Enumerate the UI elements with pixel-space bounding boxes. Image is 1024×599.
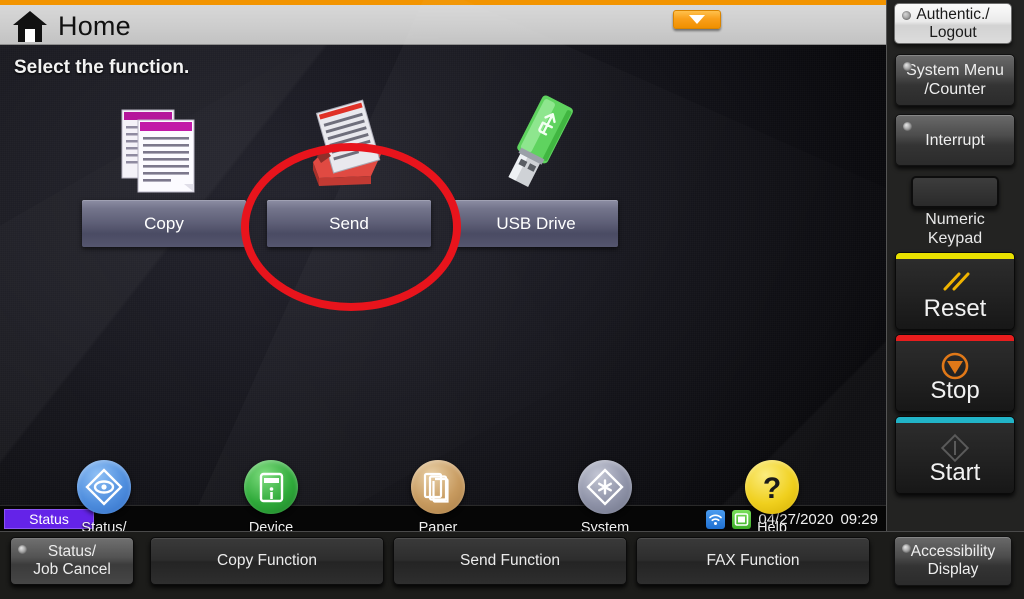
- bottom-button-fax-function[interactable]: FAX Function: [636, 537, 870, 585]
- reset-label: Reset: [923, 295, 987, 322]
- background-diagonal-1: [177, 0, 886, 531]
- function-tile-usb-drive[interactable]: USB Drive: [454, 90, 618, 247]
- system-menu-counter-label: System Menu /Counter: [906, 62, 1004, 98]
- system-menu-counter-button[interactable]: System Menu /Counter: [895, 54, 1015, 106]
- led-indicator-icon: [902, 544, 911, 553]
- home-icon: [13, 11, 47, 42]
- shortcut-paper-settings-label: Paper Settings: [418, 520, 458, 531]
- function-tile-copy-label: Copy: [82, 200, 246, 247]
- shortcut-device-information-label: Device Information: [248, 520, 294, 531]
- authentic-logout-label: Authentic./ Logout: [916, 5, 990, 41]
- shortcut-system-menu[interactable]: System Menu: [539, 460, 671, 531]
- led-indicator-icon: [902, 11, 911, 20]
- page-title: Home: [58, 11, 131, 41]
- bottom-button-status-job-cancel[interactable]: Status/ Job Cancel: [10, 537, 134, 585]
- accessibility-display-button[interactable]: Accessibility Display: [894, 536, 1012, 586]
- hardkey-panel: System Menu /Counter Interrupt Numeric K…: [886, 0, 1024, 531]
- dropdown-tab-button[interactable]: [673, 10, 721, 29]
- svg-text:?: ?: [763, 472, 781, 505]
- stop-stripe: [896, 335, 1014, 341]
- start-button[interactable]: Start: [895, 416, 1015, 494]
- chevron-down-icon: [689, 15, 705, 24]
- start-diamond-icon: [896, 433, 1014, 468]
- touchscreen: Home Select the function. Copy Send USB …: [0, 0, 886, 531]
- authentic-logout-button[interactable]: Authentic./ Logout: [894, 3, 1012, 44]
- interrupt-label: Interrupt: [925, 131, 985, 149]
- led-indicator-icon: [903, 62, 912, 71]
- accessibility-display-label: Accessibility Display: [910, 543, 996, 578]
- numeric-keypad-button[interactable]: [911, 176, 999, 208]
- shortcut-help-label: Help: [757, 520, 787, 531]
- function-tile-usb-drive-label: USB Drive: [454, 200, 618, 247]
- status-eye-icon: [77, 460, 131, 514]
- reset-stripe: [896, 253, 1014, 259]
- function-tile-copy[interactable]: Copy: [82, 90, 246, 247]
- printer-control-panel: Home Select the function. Copy Send USB …: [0, 0, 1024, 599]
- title-bar: Home: [0, 0, 886, 45]
- interrupt-button[interactable]: Interrupt: [895, 114, 1015, 166]
- shortcut-help[interactable]: ? Help: [706, 460, 838, 531]
- background-diagonal-2: [0, 0, 627, 531]
- function-tile-send[interactable]: Send: [267, 90, 431, 247]
- stop-button[interactable]: Stop: [895, 334, 1015, 412]
- bottom-button-send-function-label: Send Function: [460, 552, 560, 569]
- help-question-icon: ?: [745, 460, 799, 514]
- start-stripe: [896, 417, 1014, 423]
- reset-button[interactable]: Reset: [895, 252, 1015, 330]
- bottom-button-status-job-cancel-label: Status/ Job Cancel: [33, 543, 111, 578]
- function-tile-send-label: Send: [267, 200, 431, 247]
- numeric-keypad-label: Numeric Keypad: [925, 211, 985, 247]
- shortcut-status-job-cancel[interactable]: Status/ Job Cancel: [38, 460, 170, 531]
- shortcut-device-information[interactable]: Device Information: [205, 460, 337, 531]
- bottom-button-copy-function-label: Copy Function: [217, 552, 317, 569]
- led-indicator-icon: [18, 545, 27, 554]
- paper-stack-icon: [411, 460, 465, 514]
- bottom-button-fax-function-label: FAX Function: [706, 552, 800, 569]
- documents-stack-icon: [82, 90, 246, 200]
- stop-octagon-icon: [896, 351, 1014, 386]
- bottom-button-copy-function[interactable]: Copy Function: [150, 537, 384, 585]
- status-bar-time: 09:29: [840, 510, 878, 528]
- shortcut-status-job-cancel-label: Status/ Job Cancel: [81, 520, 127, 531]
- bottom-button-send-function[interactable]: Send Function: [393, 537, 627, 585]
- desktop-area: Select the function. Copy Send USB Drive…: [0, 0, 886, 531]
- system-menu-icon: [578, 460, 632, 514]
- shortcut-system-menu-label: System Menu: [580, 520, 630, 531]
- prompt-text: Select the function.: [14, 57, 190, 78]
- send-tray-document-icon: [267, 90, 431, 200]
- device-info-icon: [244, 460, 298, 514]
- shortcut-paper-settings[interactable]: Paper Settings: [372, 460, 504, 531]
- usb-flash-drive-icon: [454, 90, 618, 200]
- reset-slashes-icon: [896, 269, 1014, 298]
- led-indicator-icon: [903, 122, 912, 131]
